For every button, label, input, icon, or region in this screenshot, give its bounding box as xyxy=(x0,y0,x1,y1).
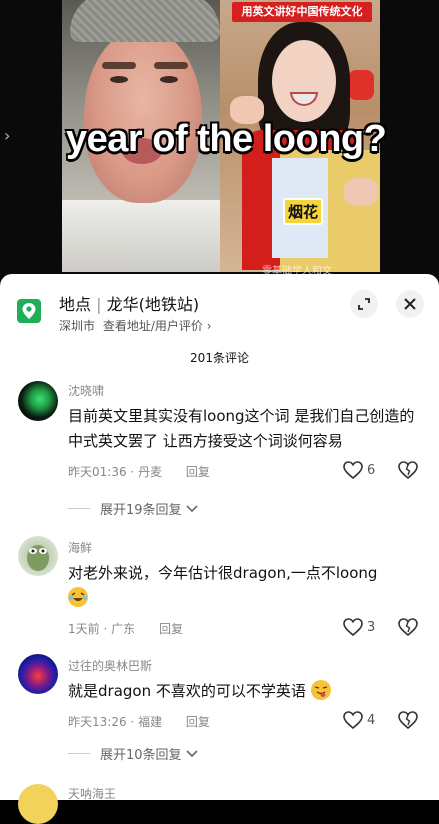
expand-replies[interactable]: 展开19条回复 xyxy=(68,499,199,518)
like-count: 6 xyxy=(367,462,376,478)
meta-dot: · xyxy=(130,465,135,479)
location-title: 地点 | 龙华(地铁站) xyxy=(59,291,199,315)
chevron-down-icon xyxy=(185,504,198,512)
comment-username[interactable]: 沈晓啸 xyxy=(68,382,104,399)
comment-username[interactable]: 天呐海王 xyxy=(68,785,116,802)
like-count: 4 xyxy=(367,712,376,728)
dislike-button[interactable] xyxy=(398,618,418,640)
comment-text-content: 就是dragon 不喜欢的可以不学英语 xyxy=(68,682,306,700)
dislike-button[interactable] xyxy=(398,711,418,733)
comment-meta: 1天前 · 广东 回复 xyxy=(68,620,183,637)
location-links[interactable]: 查看地址/用户评价 xyxy=(103,319,203,333)
location-place: 龙华(地铁站) xyxy=(106,295,200,314)
chevron-right-icon: › xyxy=(206,319,212,333)
video-subtitle-word: 烟花 xyxy=(283,198,324,225)
chevron-down-icon xyxy=(185,749,198,757)
comment-text-content: 对老外来说，今年估计很dragon,一点不loong xyxy=(68,564,378,582)
divider xyxy=(68,753,90,754)
chevron-left-icon[interactable]: › xyxy=(4,126,10,145)
broken-heart-icon xyxy=(398,461,418,480)
comment-time: 昨天13:26 xyxy=(68,715,127,729)
comment-username[interactable]: 过往的奥林巴斯 xyxy=(68,657,152,674)
close-icon[interactable] xyxy=(396,290,424,318)
heart-icon xyxy=(343,711,363,729)
divider xyxy=(68,508,90,509)
tongue-wink-emoji-icon xyxy=(310,680,331,700)
laughing-emoji-icon xyxy=(68,587,88,607)
comment-meta: 昨天01:36 · 丹麦 回复 xyxy=(68,463,210,480)
avatar[interactable] xyxy=(18,784,58,824)
heart-icon xyxy=(343,618,363,636)
comment-time: 昨天01:36 xyxy=(68,465,127,479)
comment-text[interactable]: 目前英文里其实没有loong这个词 是我们自己创造的中式英文罢了 让西方接受这个… xyxy=(68,404,423,454)
comment-region: 广东 xyxy=(111,622,136,636)
reply-button[interactable]: 回复 xyxy=(159,622,183,636)
video-banner: 用英文讲好中国传统文化 xyxy=(232,2,372,22)
video-caption: year of the loong? xyxy=(66,118,387,160)
like-count: 3 xyxy=(367,619,376,635)
expand-replies[interactable]: 展开10条回复 xyxy=(68,744,199,763)
avatar[interactable] xyxy=(18,536,58,576)
comment-count: 201条评论 xyxy=(190,351,249,365)
comment-region: 福建 xyxy=(138,715,163,729)
location-label: 地点 xyxy=(59,295,92,314)
expand-replies-label: 展开19条回复 xyxy=(100,503,182,518)
broken-heart-icon xyxy=(398,618,418,637)
reply-button[interactable]: 回复 xyxy=(186,715,210,729)
expand-icon[interactable] xyxy=(350,290,378,318)
heart-icon xyxy=(343,461,363,479)
avatar[interactable] xyxy=(18,381,58,421)
location-city: 深圳市 xyxy=(59,319,96,333)
comment-sheet: 地点 | 龙华(地铁站) 深圳市 查看地址/用户评价 › 201条评论 沈晓啸 … xyxy=(0,274,439,824)
expand-replies-label: 展开10条回复 xyxy=(100,748,182,763)
avatar[interactable] xyxy=(18,654,58,694)
comment-region: 丹麦 xyxy=(138,465,163,479)
video-player[interactable]: › 用英文讲好中国传统文化 year of the loong? 烟花 零基础学… xyxy=(0,0,439,285)
broken-heart-icon xyxy=(398,711,418,730)
comment-time: 1天前 xyxy=(68,622,100,636)
like-button[interactable]: 3 xyxy=(343,618,375,636)
comment-meta: 昨天13:26 · 福建 回复 xyxy=(68,713,210,730)
meta-dot: · xyxy=(103,622,108,636)
like-button[interactable]: 4 xyxy=(343,711,375,729)
location-pin-icon xyxy=(17,299,41,323)
location-subtitle[interactable]: 深圳市 查看地址/用户评价 › xyxy=(59,317,212,334)
comment-text[interactable]: 就是dragon 不喜欢的可以不学英语 xyxy=(68,679,423,704)
comment-username[interactable]: 海鲜 xyxy=(68,539,92,556)
location-separator: | xyxy=(96,295,102,314)
reply-button[interactable]: 回复 xyxy=(186,465,210,479)
dislike-button[interactable] xyxy=(398,461,418,483)
comment-text[interactable]: 对老外来说，今年估计很dragon,一点不loong xyxy=(68,561,423,611)
like-button[interactable]: 6 xyxy=(343,461,375,479)
meta-dot: · xyxy=(130,715,135,729)
